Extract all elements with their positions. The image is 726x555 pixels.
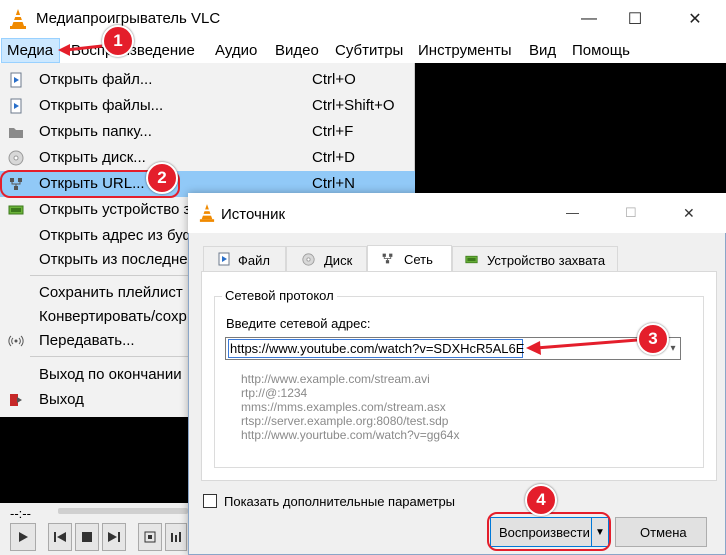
tab-label: Диск bbox=[324, 253, 353, 268]
tab-network[interactable]: Сеть bbox=[367, 245, 452, 272]
menu-audio[interactable]: Аудио bbox=[215, 42, 257, 59]
menu-item-open-folder[interactable]: Открыть папку... Ctrl+F bbox=[0, 119, 415, 145]
menu-item-label: Выход по окончании bbox=[39, 366, 182, 383]
menu-media[interactable]: Медиа bbox=[7, 42, 53, 59]
video-area-left bbox=[0, 417, 190, 503]
annotation-badge-2: 2 bbox=[146, 162, 178, 194]
network-address-value: https://www.youtube.com/watch?v=SDXHcR5A… bbox=[230, 341, 525, 356]
cancel-button-label: Отмена bbox=[640, 525, 687, 540]
annotation-badge-4: 4 bbox=[525, 484, 557, 516]
files-play-icon bbox=[8, 98, 24, 114]
vlc-cone-icon bbox=[199, 204, 215, 225]
exit-icon bbox=[8, 392, 24, 408]
menu-item-open-disc[interactable]: Открыть диск... Ctrl+D bbox=[0, 145, 415, 171]
disc-icon bbox=[302, 253, 315, 269]
tab-disc[interactable]: Диск bbox=[286, 246, 367, 272]
address-label: Введите сетевой адрес: bbox=[226, 316, 371, 331]
example-url: http://www.yourtube.com/watch?v=gg64x bbox=[241, 428, 460, 442]
dialog-maximize-button[interactable]: ☐ bbox=[625, 205, 637, 221]
group-title: Сетевой протокол bbox=[222, 288, 337, 303]
show-more-options-label: Показать дополнительные параметры bbox=[224, 494, 456, 509]
menu-view[interactable]: Вид bbox=[529, 42, 556, 59]
menu-item-label: Открыть устройство з bbox=[39, 201, 191, 218]
menu-item-label: Открыть файл... bbox=[39, 71, 153, 88]
menu-item-shortcut: Ctrl+O bbox=[312, 71, 356, 88]
example-url: mms://mms.examples.com/stream.asx bbox=[241, 400, 446, 414]
menu-item-open-files[interactable]: Открыть файлы... Ctrl+Shift+O bbox=[0, 93, 415, 119]
menu-item-label: Открыть диск... bbox=[39, 149, 146, 166]
stop-icon[interactable] bbox=[75, 523, 99, 551]
example-url: rtsp://server.example.org:8080/test.sdp bbox=[241, 414, 449, 428]
vlc-cone-icon bbox=[9, 9, 27, 32]
minimize-button[interactable]: — bbox=[566, 0, 612, 38]
next-icon[interactable] bbox=[102, 523, 126, 551]
maximize-button[interactable]: ☐ bbox=[612, 0, 658, 38]
window-title: Медиапроигрыватель VLC bbox=[36, 10, 221, 27]
disc-icon bbox=[8, 150, 24, 166]
tab-label: Файл bbox=[238, 253, 270, 268]
example-url: rtp://@:1234 bbox=[241, 386, 308, 400]
menu-item-label: Выход bbox=[39, 391, 84, 408]
tab-label: Сеть bbox=[404, 252, 433, 267]
menu-item-label: Передавать... bbox=[39, 332, 135, 349]
menu-item-shortcut: Ctrl+Shift+O bbox=[312, 97, 395, 114]
menu-tools[interactable]: Инструменты bbox=[418, 42, 512, 59]
menu-item-label: Открыть адрес из буф bbox=[39, 227, 195, 244]
cancel-button[interactable]: Отмена bbox=[615, 517, 707, 547]
file-play-icon bbox=[8, 72, 24, 88]
annotation-badge-1: 1 bbox=[102, 25, 134, 57]
tab-label: Устройство захвата bbox=[487, 253, 606, 268]
fullscreen-icon[interactable] bbox=[138, 523, 162, 551]
show-more-options-checkbox[interactable] bbox=[203, 494, 217, 508]
menu-item-label: Открыть папку... bbox=[39, 123, 152, 140]
equalizer-icon[interactable] bbox=[165, 523, 187, 551]
tab-file[interactable]: Файл bbox=[203, 246, 286, 272]
network-icon bbox=[381, 252, 394, 268]
menu-item-shortcut: Ctrl+F bbox=[312, 123, 354, 140]
menu-subtitles[interactable]: Субтитры bbox=[335, 42, 403, 59]
dialog-title: Источник bbox=[221, 206, 286, 223]
tab-capture-device[interactable]: Устройство захвата bbox=[452, 246, 618, 272]
capture-device-icon bbox=[465, 253, 478, 269]
annotation-highlight-box bbox=[487, 512, 611, 551]
menu-help[interactable]: Помощь bbox=[572, 42, 630, 59]
menu-item-shortcut: Ctrl+N bbox=[312, 175, 355, 192]
menu-item-shortcut: Ctrl+D bbox=[312, 149, 355, 166]
folder-icon bbox=[8, 124, 24, 140]
menu-item-label: Открыть файлы... bbox=[39, 97, 164, 114]
file-play-icon bbox=[218, 252, 230, 269]
previous-icon[interactable] bbox=[48, 523, 72, 551]
capture-device-icon bbox=[8, 202, 24, 218]
seek-slider[interactable] bbox=[58, 508, 188, 514]
play-icon[interactable] bbox=[10, 523, 36, 551]
menu-item-label: Конвертировать/сохр bbox=[39, 308, 187, 325]
menu-item-label: Открыть из последне bbox=[39, 251, 188, 268]
menu-item-open-file[interactable]: Открыть файл... Ctrl+O bbox=[0, 67, 415, 93]
close-button[interactable]: ✕ bbox=[672, 0, 718, 38]
elapsed-time: --:-- bbox=[10, 506, 31, 521]
dialog-close-button[interactable]: ✕ bbox=[683, 205, 695, 222]
menu-item-label: Сохранить плейлист bbox=[39, 284, 183, 301]
dialog-minimize-button[interactable]: — bbox=[566, 205, 579, 220]
stream-icon bbox=[8, 333, 24, 349]
menu-video[interactable]: Видео bbox=[275, 42, 319, 59]
annotation-badge-3: 3 bbox=[637, 323, 669, 355]
example-url: http://www.example.com/stream.avi bbox=[241, 372, 430, 386]
